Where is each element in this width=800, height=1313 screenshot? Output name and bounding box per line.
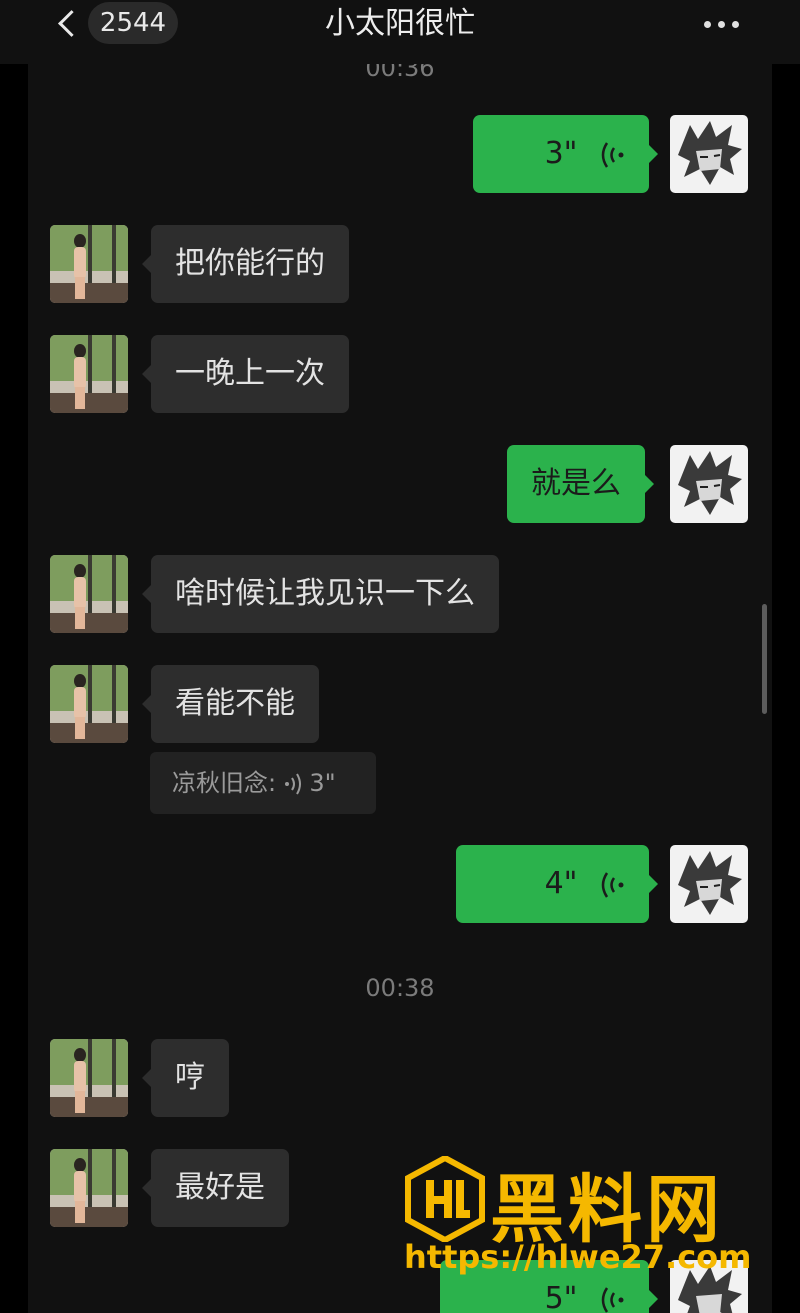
contact-avatar[interactable]: [50, 555, 128, 633]
incoming-message-bubble[interactable]: 一晚上一次: [142, 335, 349, 413]
voice-duration: 4": [544, 866, 578, 901]
voice-message-bubble[interactable]: 3": [473, 115, 658, 193]
quote-sender: 凉秋旧念: [172, 769, 268, 797]
brand-logo-icon: [405, 1156, 485, 1242]
incoming-message-bubble[interactable]: 把你能行的: [142, 225, 349, 303]
scrollbar[interactable]: [762, 604, 767, 714]
my-avatar[interactable]: [670, 115, 748, 193]
incoming-message-bubble[interactable]: 看能不能: [142, 665, 319, 743]
incoming-message-bubble[interactable]: 啥时候让我见识一下么: [142, 555, 499, 633]
contact-avatar[interactable]: [50, 225, 128, 303]
my-avatar[interactable]: [670, 445, 748, 523]
quoted-voice-message[interactable]: 凉秋旧念: 3": [150, 752, 376, 814]
contact-avatar[interactable]: [50, 1039, 128, 1117]
voice-wave-icon: [284, 773, 301, 795]
voice-wave-icon: [601, 141, 624, 168]
contact-avatar[interactable]: [50, 1149, 128, 1227]
voice-message-bubble[interactable]: 4": [456, 845, 658, 923]
contact-avatar[interactable]: [50, 665, 128, 743]
incoming-message-bubble[interactable]: 最好是: [142, 1149, 289, 1227]
chat-header: 2544 小太阳很忙: [0, 0, 800, 64]
watermark-url: https://hlwe27.com: [404, 1238, 752, 1276]
contact-avatar[interactable]: [50, 335, 128, 413]
chat-title: 小太阳很忙: [325, 6, 475, 41]
voice-duration: 3": [544, 136, 578, 171]
outgoing-message-bubble[interactable]: 就是么: [507, 445, 654, 523]
timestamp: 00:38: [365, 974, 435, 1002]
voice-wave-icon: [601, 871, 624, 898]
quote-duration: 3": [309, 769, 336, 797]
watermark: 黑料网 https://hlwe27.com: [398, 1150, 778, 1290]
screen: 2544 小太阳很忙 00:36 3" 把你能行的 一晚上一次 就是么 啥时候让…: [0, 0, 800, 1313]
more-horizontal-icon[interactable]: [700, 8, 744, 38]
my-avatar[interactable]: [670, 845, 748, 923]
chat-area[interactable]: [28, 0, 772, 1313]
incoming-message-bubble[interactable]: 哼: [142, 1039, 229, 1117]
